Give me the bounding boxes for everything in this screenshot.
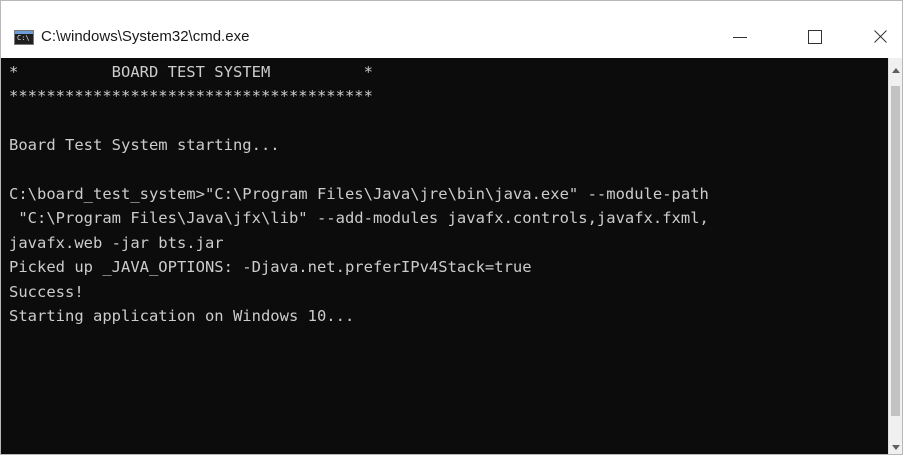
maximize-button[interactable]	[792, 20, 838, 54]
console-line: Success!	[9, 282, 84, 301]
console-line: "C:\Program Files\Java\jfx\lib" --add-mo…	[9, 209, 709, 228]
console-line: Board Test System starting...	[9, 136, 280, 155]
cmd-window: C:\ C:\windows\System32\cmd.exe * BOARD …	[0, 0, 903, 455]
cmd-icon-label: C:\	[17, 34, 30, 42]
scroll-down-arrow-icon[interactable]	[892, 445, 900, 450]
console-line: Starting application on Windows 10...	[9, 306, 355, 325]
console-line: Picked up _JAVA_OPTIONS: -Djava.net.pref…	[9, 258, 532, 277]
close-button[interactable]	[857, 20, 902, 54]
vertical-scrollbar[interactable]	[888, 58, 902, 454]
minimize-button[interactable]	[717, 20, 763, 54]
console-line: C:\board_test_system>"C:\Program Files\J…	[9, 184, 709, 203]
console-output: * BOARD TEST SYSTEM * *******************…	[9, 60, 709, 328]
scroll-thumb[interactable]	[891, 86, 900, 416]
console-line: ***************************************	[9, 87, 373, 106]
title-bar[interactable]: C:\ C:\windows\System32\cmd.exe	[1, 1, 902, 58]
scroll-up-arrow-icon[interactable]	[892, 68, 900, 73]
console-line: javafx.web -jar bts.jar	[9, 233, 224, 252]
window-title: C:\windows\System32\cmd.exe	[41, 28, 250, 45]
console-area[interactable]: * BOARD TEST SYSTEM * *******************…	[1, 58, 888, 454]
cmd-icon[interactable]: C:\	[14, 30, 34, 45]
console-line: * BOARD TEST SYSTEM *	[9, 63, 373, 81]
